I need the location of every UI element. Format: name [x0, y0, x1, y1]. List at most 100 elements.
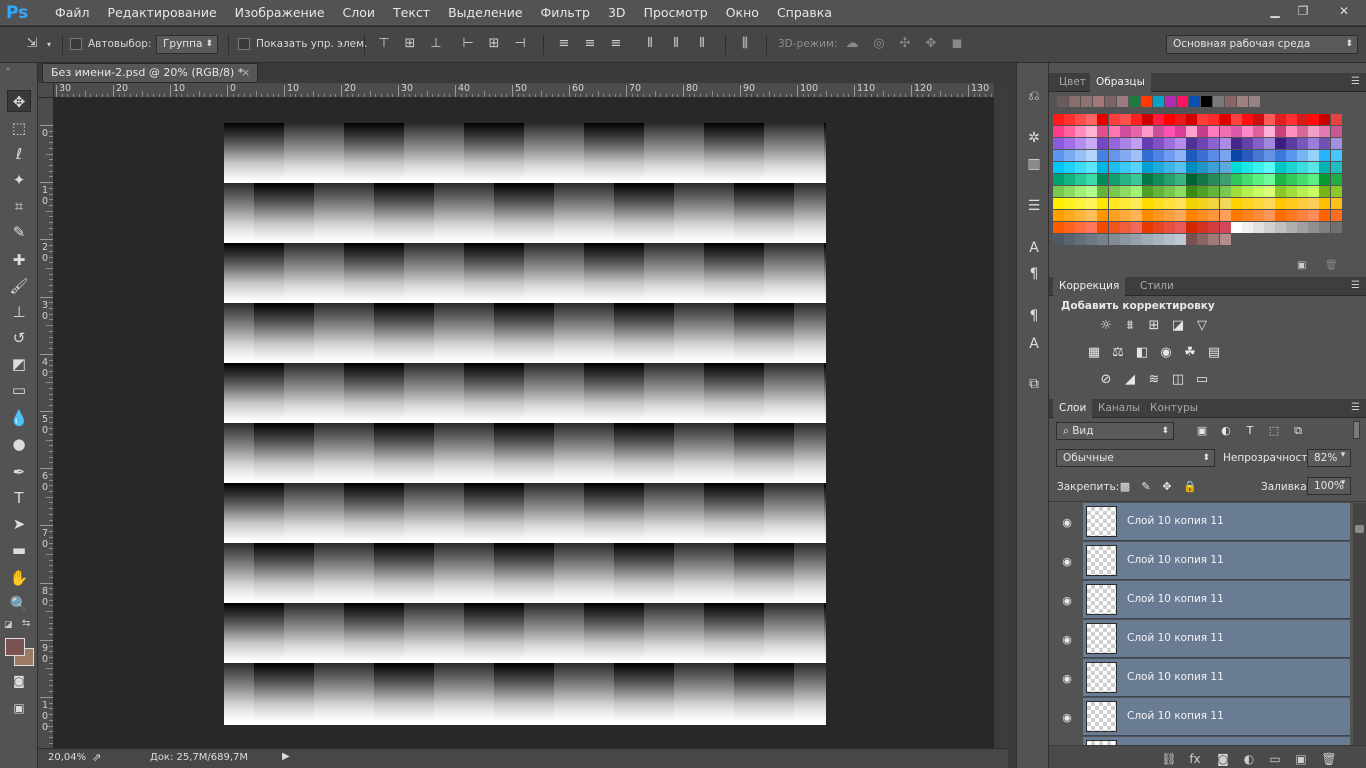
swatch[interactable] [1252, 162, 1264, 173]
swatch[interactable] [1053, 222, 1064, 233]
swatch[interactable] [1186, 210, 1198, 221]
swatch[interactable] [1330, 126, 1342, 137]
swatch[interactable] [1130, 198, 1142, 209]
roll-3d-icon[interactable]: ◎ [870, 35, 888, 53]
swatch[interactable] [1308, 126, 1320, 137]
swatch[interactable] [1141, 234, 1153, 245]
shape-tool-icon[interactable]: ▬ [7, 539, 31, 561]
swatch[interactable] [1108, 222, 1120, 233]
gradient-map-icon[interactable]: ▭ [1193, 372, 1211, 388]
align-left-icon[interactable]: ⊢ [459, 35, 477, 53]
layer-row[interactable]: Слой 10 копия 11 [1083, 542, 1350, 580]
visibility-eye-icon[interactable]: ◉ [1059, 711, 1075, 725]
swatch[interactable] [1252, 186, 1264, 197]
lock-move-icon[interactable]: ✥ [1158, 479, 1176, 495]
photo-filter-icon[interactable]: ◉ [1157, 345, 1175, 361]
navigator-panel-icon[interactable]: ✲ [1023, 127, 1045, 149]
swatch[interactable] [1252, 198, 1264, 209]
swatch[interactable] [1308, 150, 1320, 161]
swatch[interactable] [1075, 114, 1087, 125]
triangle-icon[interactable]: ▽ [1193, 318, 1211, 334]
swatch[interactable] [1164, 174, 1175, 185]
swatch[interactable] [1308, 114, 1320, 125]
swatch[interactable] [1064, 186, 1076, 197]
brush-tool-icon[interactable]: 🖌 [7, 275, 31, 297]
align-vcenter-icon[interactable]: ⊞ [401, 35, 419, 53]
swatch[interactable] [1263, 198, 1275, 209]
paragraph-styles-icon[interactable]: ¶ [1023, 305, 1045, 327]
swatch[interactable] [1197, 114, 1209, 125]
visibility-eye-icon[interactable]: ◉ [1059, 555, 1075, 569]
swatch[interactable] [1130, 174, 1142, 185]
layer-row[interactable]: Слой 10 копия 11 [1083, 698, 1350, 736]
menu-item-6[interactable]: Фильтр [532, 0, 599, 26]
swatch[interactable] [1075, 174, 1087, 185]
swatch[interactable] [1275, 114, 1286, 125]
recent-swatch[interactable] [1189, 96, 1200, 107]
swatch[interactable] [1297, 174, 1309, 185]
invert-icon[interactable]: ⊘ [1097, 372, 1115, 388]
swatch[interactable] [1152, 174, 1164, 185]
swatch[interactable] [1319, 210, 1331, 221]
scroll-thumb[interactable] [1355, 525, 1364, 533]
swatch[interactable] [1275, 210, 1286, 221]
recent-swatch[interactable] [1249, 96, 1260, 107]
swatch[interactable] [1241, 114, 1253, 125]
channel-mixer-icon[interactable]: ☘ [1181, 345, 1199, 361]
swatch[interactable] [1186, 162, 1198, 173]
swatch[interactable] [1252, 114, 1264, 125]
healing-brush-icon[interactable]: ✚ [7, 249, 31, 271]
swatch[interactable] [1219, 150, 1231, 161]
swatch[interactable] [1130, 234, 1142, 245]
swatch[interactable] [1230, 126, 1242, 137]
document-canvas[interactable] [224, 123, 826, 725]
swatch[interactable] [1075, 162, 1087, 173]
path-select-icon[interactable]: ➤ [7, 513, 31, 535]
swatch[interactable] [1275, 222, 1286, 233]
swatch[interactable] [1175, 126, 1187, 137]
history-panel-icon[interactable]: ⎌ [1023, 85, 1045, 107]
pen-tool-icon[interactable]: ✒ [7, 461, 31, 483]
lock-all-icon[interactable]: 🔒 [1181, 479, 1199, 495]
swatch[interactable] [1141, 210, 1153, 221]
swatch[interactable] [1252, 150, 1264, 161]
screen-mode-icon[interactable]: ▣ [7, 697, 31, 719]
swatch[interactable] [1164, 186, 1175, 197]
swatch[interactable] [1164, 138, 1175, 149]
swatch[interactable] [1141, 162, 1153, 173]
swatch[interactable] [1152, 114, 1164, 125]
properties-panel-icon[interactable]: ☰ [1023, 195, 1045, 217]
swatch[interactable] [1219, 114, 1231, 125]
swatch[interactable] [1197, 174, 1209, 185]
swatch[interactable] [1130, 210, 1142, 221]
swatch[interactable] [1286, 222, 1298, 233]
swatch[interactable] [1141, 138, 1153, 149]
swatch[interactable] [1308, 186, 1320, 197]
blend-mode-dropdown[interactable]: Обычные ⬍ [1056, 449, 1215, 467]
move-tool-icon[interactable]: ✥ [7, 90, 31, 112]
swatch[interactable] [1175, 114, 1187, 125]
share-icon[interactable]: ⇗ [92, 751, 101, 764]
character-styles-icon[interactable]: A [1023, 333, 1045, 355]
quick-mask-icon[interactable]: ◙ [7, 670, 31, 692]
recent-swatch[interactable] [1069, 96, 1080, 107]
swatch[interactable] [1086, 222, 1098, 233]
visibility-eye-icon[interactable]: ◉ [1059, 594, 1075, 608]
align-bottom-icon[interactable]: ⊥ [427, 35, 445, 53]
swatch[interactable] [1097, 198, 1109, 209]
swatch[interactable] [1330, 114, 1342, 125]
stamp-tool-icon[interactable]: ⊥ [7, 301, 31, 323]
minimize-icon[interactable]: ▁ [1262, 2, 1288, 20]
exposure-icon[interactable]: ◪ [1169, 318, 1187, 334]
swatch[interactable] [1130, 222, 1142, 233]
recent-swatch[interactable] [1105, 96, 1116, 107]
restore-icon[interactable]: ❐ [1290, 2, 1316, 20]
swatch[interactable] [1075, 222, 1087, 233]
swatch[interactable] [1319, 114, 1331, 125]
swatch[interactable] [1053, 234, 1064, 245]
swatch[interactable] [1275, 198, 1286, 209]
crop-tool-icon[interactable]: ⌗ [7, 195, 31, 217]
swatch[interactable] [1219, 198, 1231, 209]
menu-item-5[interactable]: Выделение [439, 0, 531, 26]
swatch[interactable] [1308, 174, 1320, 185]
